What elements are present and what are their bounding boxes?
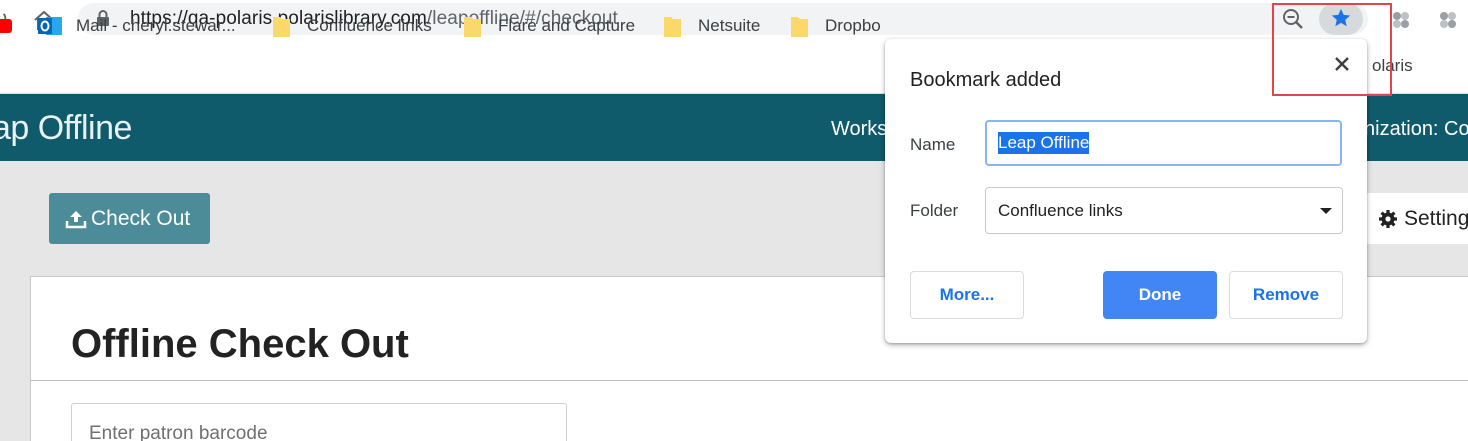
settings-label: Setting — [1404, 206, 1468, 230]
folder-select[interactable]: Confluence links — [985, 187, 1343, 234]
app-logo[interactable]: ap Offline — [0, 109, 132, 148]
bookmark-name-input[interactable]: Leap Offline — [985, 120, 1342, 166]
remove-button[interactable]: Remove — [1229, 271, 1343, 319]
folder-value: Confluence links — [998, 200, 1123, 220]
bookmark-label: Dropbo — [825, 16, 881, 35]
nav-workstation[interactable]: Works — [831, 118, 887, 141]
youtube-icon[interactable] — [0, 19, 12, 33]
bookmark-mail[interactable]: Mail - cheryl.stewar... — [38, 12, 236, 40]
name-value: Leap Offline — [998, 132, 1090, 154]
check-out-label: Check Out — [91, 206, 191, 230]
folder-icon — [791, 17, 808, 37]
folder-icon — [664, 17, 681, 37]
more-button[interactable]: More... — [910, 271, 1024, 319]
extension-icon[interactable] — [1436, 8, 1460, 32]
gear-icon — [1379, 209, 1397, 228]
bookmark-netsuite[interactable]: Netsuite — [664, 12, 760, 40]
bookmark-flare[interactable]: Flare and Capture — [464, 12, 635, 40]
bookmark-confluence[interactable]: Confluence links — [273, 12, 432, 40]
upload-icon — [65, 210, 87, 228]
bookmark-label: Confluence links — [307, 16, 432, 35]
highlight-box — [1272, 3, 1392, 96]
extension-icon[interactable] — [1389, 8, 1413, 32]
done-button[interactable]: Done — [1103, 271, 1217, 319]
folder-icon — [273, 17, 290, 37]
bookmark-label: Flare and Capture — [498, 16, 636, 35]
outlook-icon — [38, 17, 62, 35]
settings-button[interactable]: Setting — [1366, 193, 1468, 244]
name-label: Name — [910, 135, 956, 154]
folder-label: Folder — [910, 201, 959, 220]
divider — [30, 380, 1468, 381]
dialog-title: Bookmark added — [910, 69, 1062, 91]
page-title: Offline Check Out — [71, 322, 409, 366]
bookmark-dropbox[interactable]: Dropbo — [791, 12, 881, 40]
check-out-button[interactable]: Check Out — [49, 193, 210, 244]
folder-icon — [464, 17, 481, 37]
bookmark-label: Netsuite — [698, 16, 761, 35]
caret-down-icon — [1320, 208, 1332, 214]
nav-organization[interactable]: nization: Co — [1364, 118, 1468, 141]
bookmark-label: Mail - cheryl.stewar... — [76, 16, 236, 35]
patron-barcode-input[interactable] — [71, 403, 567, 441]
